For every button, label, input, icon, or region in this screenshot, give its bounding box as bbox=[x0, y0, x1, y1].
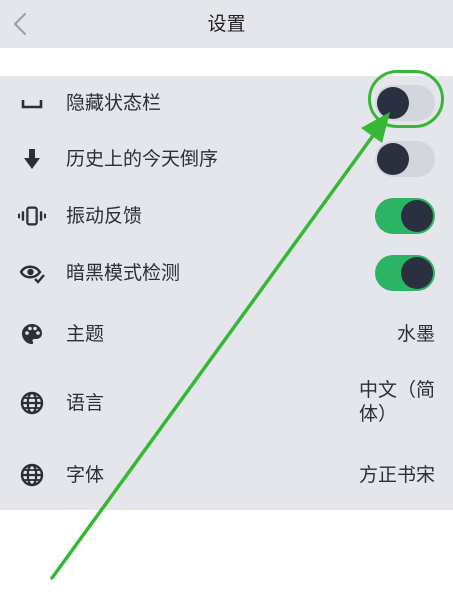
globe-icon bbox=[18, 390, 46, 416]
setting-label: 字体 bbox=[66, 464, 105, 486]
language-value-line2: 体） bbox=[358, 403, 397, 425]
setting-label: 暗黑模式检测 bbox=[66, 262, 181, 284]
vibration-icon bbox=[18, 203, 46, 229]
setting-label: 振动反馈 bbox=[66, 205, 143, 227]
language-value-line1: 中文（简 bbox=[358, 379, 435, 401]
language-value: 中文（简 体） bbox=[359, 378, 435, 426]
setting-row-language[interactable]: 语言 中文（简 体） bbox=[0, 366, 453, 440]
theme-value: 水墨 bbox=[396, 323, 435, 345]
toggle-knob bbox=[401, 257, 433, 289]
header-bar: 设置 bbox=[0, 0, 453, 48]
toggle-knob bbox=[401, 200, 433, 232]
setting-label: 隐藏状态栏 bbox=[66, 92, 162, 114]
setting-row-history-reverse[interactable]: 历史上的今天倒序 bbox=[0, 130, 453, 188]
globe-icon bbox=[18, 462, 46, 488]
setting-label: 语言 bbox=[66, 392, 105, 414]
palette-icon bbox=[18, 321, 46, 347]
arrow-down-icon bbox=[18, 146, 46, 172]
setting-row-vibration[interactable]: 振动反馈 bbox=[0, 188, 453, 244]
dark-mode-detect-toggle[interactable] bbox=[375, 255, 435, 291]
eye-check-icon bbox=[18, 260, 46, 286]
vibration-toggle[interactable] bbox=[375, 198, 435, 234]
setting-row-font[interactable]: 字体 方正书宋 bbox=[0, 440, 453, 510]
setting-row-theme[interactable]: 主题 水墨 bbox=[0, 302, 453, 366]
setting-label: 历史上的今天倒序 bbox=[66, 148, 219, 170]
font-value: 方正书宋 bbox=[358, 464, 435, 486]
settings-list: 隐藏状态栏 历史上的今天倒序 振动反馈 暗黑模式检测 主题 水墨 语言 中文（简… bbox=[0, 76, 453, 510]
setting-row-dark-mode-detect[interactable]: 暗黑模式检测 bbox=[0, 244, 453, 302]
history-reverse-toggle[interactable] bbox=[375, 141, 435, 177]
page-title: 设置 bbox=[207, 13, 246, 35]
toggle-knob bbox=[377, 143, 409, 175]
setting-label: 主题 bbox=[66, 323, 105, 345]
space-bar-icon bbox=[18, 90, 46, 116]
annotation-highlight-circle bbox=[368, 70, 444, 128]
